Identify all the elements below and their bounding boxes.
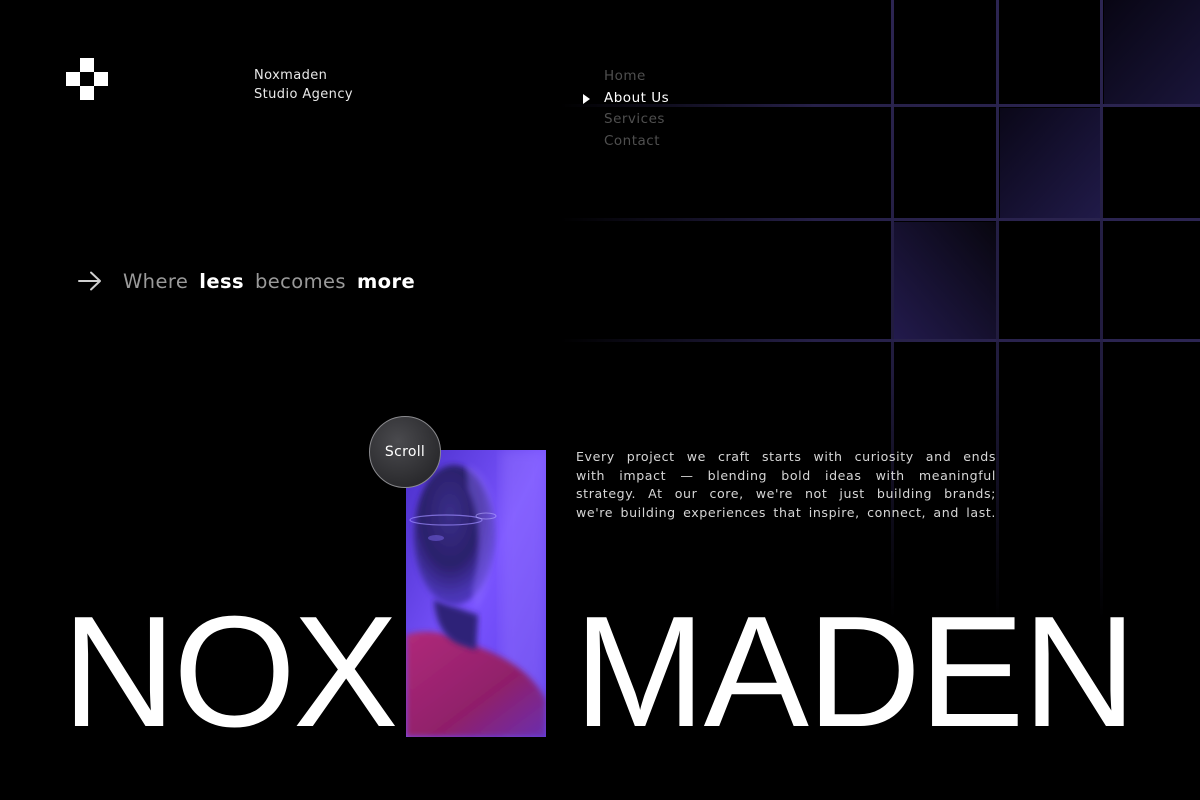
grid-line-horizontal (560, 218, 1200, 221)
grid-cell-glow (1000, 108, 1100, 218)
brand-name: Noxmaden (254, 68, 328, 83)
hero-tagline: Where less becomes more (78, 266, 426, 296)
hero-portrait-image (406, 450, 546, 737)
description-line: Every project we craft starts with curio… (576, 449, 996, 464)
description-line: with impact — blending bold ideas with m… (576, 467, 996, 483)
nav-item-label: Services (604, 111, 665, 127)
nav-item-home[interactable]: Home (583, 66, 669, 88)
triangle-right-icon (583, 93, 590, 104)
wordmark-nox: NOX (62, 584, 398, 760)
arrow-right-icon (78, 271, 101, 291)
tagline-word: Where (123, 269, 189, 293)
grid-line-horizontal (560, 339, 1200, 342)
pixel-cross-logo[interactable] (66, 58, 108, 100)
portrait-illustration (406, 450, 546, 737)
grid-cell-glow (894, 222, 996, 339)
nav-item-about-us[interactable]: About Us (583, 88, 669, 110)
grid-line-vertical (891, 0, 894, 620)
grid-line-vertical (1100, 0, 1103, 620)
nav-item-label: About Us (604, 89, 670, 106)
tagline-word-emphasis: more (356, 269, 416, 293)
nav-item-label: Home (604, 68, 646, 84)
grid-cell-glow (1104, 0, 1200, 104)
wordmark-maden: MADEN (574, 584, 1137, 760)
nav-item-contact[interactable]: Contact (583, 131, 669, 153)
main-nav: Home About Us Services Contact (583, 66, 669, 152)
tagline-word: becomes (254, 269, 346, 293)
brand-block: Noxmaden Studio Agency (254, 66, 353, 104)
description-line: strategy. At our core, we're not just bu… (576, 486, 996, 501)
grid-line-vertical (996, 0, 999, 620)
hero-description: Every project we craft starts with curio… (576, 448, 996, 522)
brand-tagline: Studio Agency (254, 87, 353, 102)
nav-item-services[interactable]: Services (583, 109, 669, 131)
scroll-button[interactable]: Scroll (369, 416, 441, 488)
description-line: we're building experiences that inspire,… (576, 504, 996, 520)
nav-item-label: Contact (604, 132, 661, 149)
tagline-word-emphasis: less (199, 269, 244, 293)
